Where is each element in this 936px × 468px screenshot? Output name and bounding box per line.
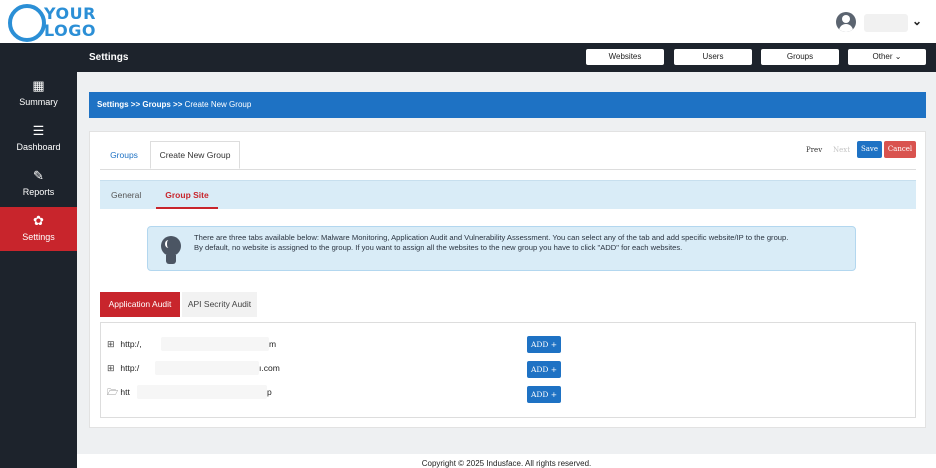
info-line-1: There are three tabs available below: Ma… <box>194 233 789 242</box>
site-url-prefix: htt <box>120 387 130 397</box>
sidebar: ▦ Summary ☰ Dashboard ✎ Reports ✿ Settin… <box>0 72 77 468</box>
tab-api-security-audit[interactable]: API Secrity Audit <box>182 292 257 317</box>
nav-users-button[interactable]: Users <box>674 49 752 65</box>
subtab-bar: General Group Site <box>100 180 916 209</box>
logo-text: YOUR LOGO <box>44 5 96 39</box>
reports-icon: ✎ <box>33 168 44 183</box>
lightbulb-icon <box>159 236 185 266</box>
plus-square-icon[interactable]: ⊞ <box>107 361 118 375</box>
sidebar-item-label: Reports <box>22 187 55 197</box>
page-title: Settings <box>89 52 129 63</box>
add-site-button[interactable]: ADD + <box>527 386 561 403</box>
footer-copyright: Copyright © 2025 Indusface. All rights r… <box>77 454 936 468</box>
info-text: There are three tabs available below: Ma… <box>194 233 844 252</box>
nav-websites-button[interactable]: Websites <box>586 49 664 65</box>
nav-other-dropdown[interactable]: Other ⌄ <box>848 49 926 65</box>
tab-create-new-group[interactable]: Create New Group <box>150 141 240 169</box>
folder-open-icon[interactable]: 🗁 <box>107 385 118 399</box>
list-item[interactable]: ⊞ http:/ <box>107 361 139 375</box>
tab-divider <box>100 169 916 170</box>
site-url-prefix: http:/ <box>120 363 140 373</box>
site-url-suffix: ı.com <box>259 363 280 373</box>
site-url-prefix: http:/, <box>120 339 142 349</box>
chevron-down-icon[interactable]: ⌄ <box>912 14 922 28</box>
logo-line-2: LOGO <box>44 21 96 40</box>
next-link[interactable]: Next <box>833 146 850 154</box>
cancel-button[interactable]: Cancel <box>884 141 916 158</box>
tab-application-audit[interactable]: Application Audit <box>100 292 180 317</box>
save-button[interactable]: Save <box>857 141 882 158</box>
breadcrumb-path[interactable]: Settings >> Groups >> <box>97 100 185 109</box>
sidebar-item-label: Dashboard <box>16 142 61 152</box>
breadcrumb: Settings >> Groups >> Create New Group <box>89 92 926 118</box>
sidebar-item-reports[interactable]: ✎ Reports <box>0 162 77 206</box>
tab-groups[interactable]: Groups <box>100 142 148 169</box>
sidebar-item-label: Settings <box>22 232 55 242</box>
site-url-redacted <box>161 337 269 351</box>
user-avatar-icon[interactable] <box>836 12 856 32</box>
site-list: ⊞ http:/, m ADD + ⊞ http:/ ı.com ADD + 🗁… <box>100 322 916 418</box>
site-url-suffix: m <box>269 339 277 349</box>
dashboard-icon: ☰ <box>32 123 45 138</box>
list-item[interactable]: 🗁 htt <box>107 385 130 399</box>
sidebar-item-summary[interactable]: ▦ Summary <box>0 72 77 116</box>
gear-icon: ✿ <box>33 213 44 228</box>
logo-ring-icon <box>8 4 46 42</box>
info-line-2: By default, no website is assigned to th… <box>194 242 683 252</box>
logo-line-1: YOUR <box>44 4 96 23</box>
group-form-card: Groups Create New Group Prev Next Save C… <box>89 131 926 428</box>
plus-square-icon[interactable]: ⊞ <box>107 337 118 351</box>
subtab-general[interactable]: General <box>111 181 141 209</box>
add-site-button[interactable]: ADD + <box>527 336 561 353</box>
site-url-redacted <box>155 361 259 375</box>
sidebar-item-settings[interactable]: ✿ Settings <box>0 207 77 251</box>
site-url-redacted <box>137 385 267 399</box>
info-message: There are three tabs available below: Ma… <box>147 226 856 271</box>
breadcrumb-current: Create New Group <box>184 100 252 109</box>
sidebar-item-label: Summary <box>19 97 58 107</box>
nav-groups-button[interactable]: Groups <box>761 49 839 65</box>
prev-link[interactable]: Prev <box>806 146 822 154</box>
list-item[interactable]: ⊞ http:/, <box>107 337 142 351</box>
add-site-button[interactable]: ADD + <box>527 361 561 378</box>
summary-icon: ▦ <box>32 78 45 93</box>
company-logo[interactable]: YOUR LOGO <box>8 3 128 42</box>
subtab-group-site[interactable]: Group Site <box>156 181 218 209</box>
site-url-suffix: p <box>267 387 272 397</box>
user-name-redacted[interactable] <box>864 14 908 32</box>
sidebar-item-dashboard[interactable]: ☰ Dashboard <box>0 117 77 161</box>
top-header: YOUR LOGO ⌄ <box>0 0 936 43</box>
